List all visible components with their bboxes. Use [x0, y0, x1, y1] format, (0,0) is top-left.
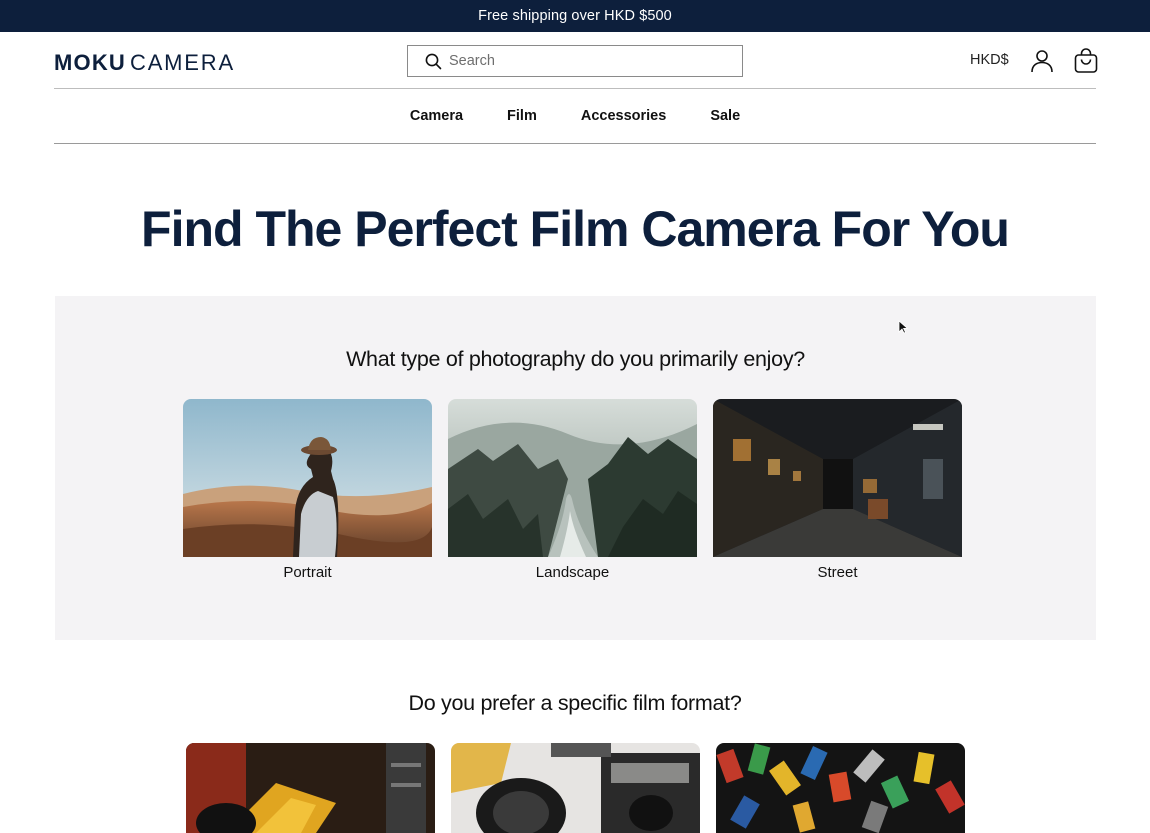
nav-item-film[interactable]: Film	[507, 108, 537, 124]
search-input[interactable]	[449, 53, 729, 69]
brand-logo-bold: MOKU	[54, 50, 127, 75]
account-icon[interactable]	[1029, 48, 1055, 74]
nav-item-camera[interactable]: Camera	[410, 108, 463, 124]
mouse-cursor	[898, 320, 908, 334]
quiz-question-1: What type of photography do you primaril…	[346, 347, 805, 371]
option-label-landscape: Landscape	[535, 564, 610, 581]
search-box[interactable]	[407, 45, 743, 77]
option-card-street[interactable]: Street	[713, 399, 962, 581]
page-title: Find The Perfect Film Camera For You	[141, 201, 1010, 257]
option-label-portrait: Portrait	[283, 564, 332, 581]
option-card-landscape[interactable]: Landscape	[448, 399, 697, 581]
brand-logo-light: CAMERA	[130, 50, 235, 75]
main-nav: Camera Film Accessories Sale	[54, 89, 1096, 144]
announcement-text: Free shipping over HKD $500	[478, 8, 672, 24]
landscape-image	[448, 399, 697, 557]
portrait-image	[183, 399, 432, 557]
nav-item-accessories[interactable]: Accessories	[581, 108, 666, 124]
nav-item-sale[interactable]: Sale	[710, 108, 740, 124]
option-label-street: Street	[817, 564, 858, 581]
quiz-question-2: Do you prefer a specific film format?	[408, 691, 742, 715]
cart-icon[interactable]	[1073, 48, 1099, 74]
brand-logo[interactable]: MOKU CAMERA	[54, 50, 235, 76]
quiz-panel: What type of photography do you primaril…	[55, 296, 1096, 640]
option-card-portrait[interactable]: Portrait	[183, 399, 432, 581]
street-image	[713, 399, 962, 557]
search-icon	[424, 52, 442, 70]
currency-selector[interactable]: HKD$	[970, 52, 1009, 68]
announcement-bar: Free shipping over HKD $500	[0, 0, 1150, 32]
quiz-options: Portrait Landscape Street	[183, 399, 962, 581]
site-header: MOKUCAMERA HKD$	[54, 32, 1099, 89]
